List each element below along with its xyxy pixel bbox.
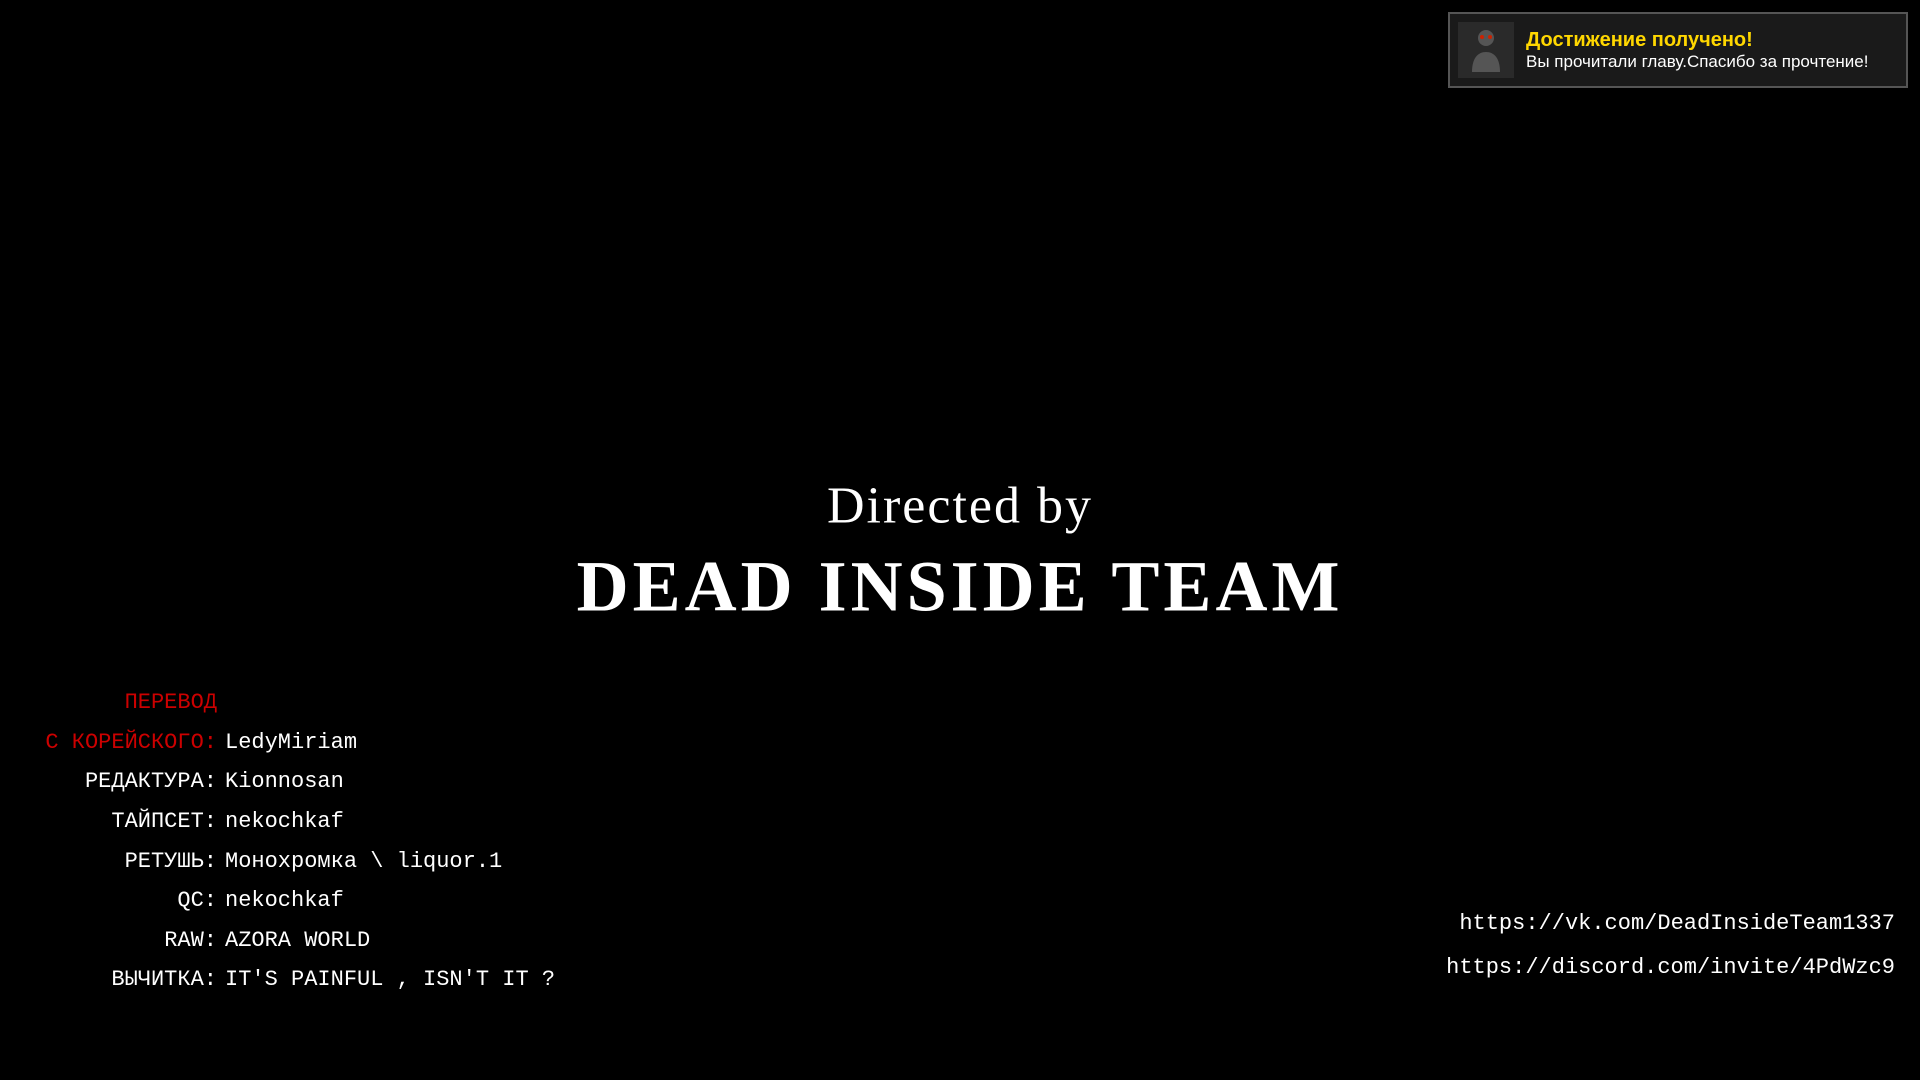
credit-value-proofread: IT'S PAINFUL , ISN'T IT ? (225, 960, 555, 1000)
credits-section: ПЕРЕВОД С КОРЕЙСКОГО: LedyMiriam РЕДАКТУ… (25, 683, 555, 1000)
credit-label-retouch: РЕТУШЬ: (25, 842, 225, 882)
credit-line-edit: РЕДАКТУРА: Kionnosan (25, 762, 555, 802)
credit-value-typeset: nekochkaf (225, 802, 344, 842)
credit-label-korean: С КОРЕЙСКОГО: (25, 723, 225, 763)
achievement-title: Достижение получено! (1526, 29, 1868, 52)
discord-link: https://discord.com/invite/4PdWzc9 (1446, 946, 1895, 990)
credit-label-edit: РЕДАКТУРА: (25, 762, 225, 802)
credit-label-typeset: ТАЙПСЕТ: (25, 802, 225, 842)
credit-line-retouch: РЕТУШЬ: Монохромка \ liquor.1 (25, 842, 555, 882)
credit-line-raw: RAW: AZORA WORLD (25, 921, 555, 961)
achievement-avatar (1458, 22, 1514, 78)
vk-link: https://vk.com/DeadInsideTeam1337 (1446, 902, 1895, 946)
credit-value-retouch: Монохромка \ liquor.1 (225, 842, 502, 882)
social-links: https://vk.com/DeadInsideTeam1337 https:… (1446, 902, 1895, 990)
achievement-description: Вы прочитали главу.Спасибо за прочтение! (1526, 52, 1868, 72)
team-name: DEAD INSIDE TEAM (577, 540, 1344, 634)
credit-line-qc: QC: nekochkaf (25, 881, 555, 921)
credit-line-typeset: ТАЙПСЕТ: nekochkaf (25, 802, 555, 842)
credit-value-raw: AZORA WORLD (225, 921, 370, 961)
credit-label-proofread: ВЫЧИТКА: (25, 960, 225, 1000)
credit-label-raw: RAW: (25, 921, 225, 961)
achievement-text-block: Достижение получено! Вы прочитали главу.… (1526, 29, 1868, 72)
credit-value-qc: nekochkaf (225, 881, 344, 921)
credit-value-edit: Kionnosan (225, 762, 344, 802)
credit-line-korean: С КОРЕЙСКОГО: LedyMiriam (25, 723, 555, 763)
section-title-line: ПЕРЕВОД (25, 683, 555, 723)
credit-label-qc: QC: (25, 881, 225, 921)
main-content: Directed by DEAD INSIDE TEAM (577, 472, 1344, 633)
credit-value-korean: LedyMiriam (225, 723, 357, 763)
achievement-notification: Достижение получено! Вы прочитали главу.… (1448, 12, 1908, 88)
section-title: ПЕРЕВОД (25, 683, 225, 723)
directed-by-label: Directed by (577, 472, 1344, 540)
credit-line-proofread: ВЫЧИТКА: IT'S PAINFUL , ISN'T IT ? (25, 960, 555, 1000)
